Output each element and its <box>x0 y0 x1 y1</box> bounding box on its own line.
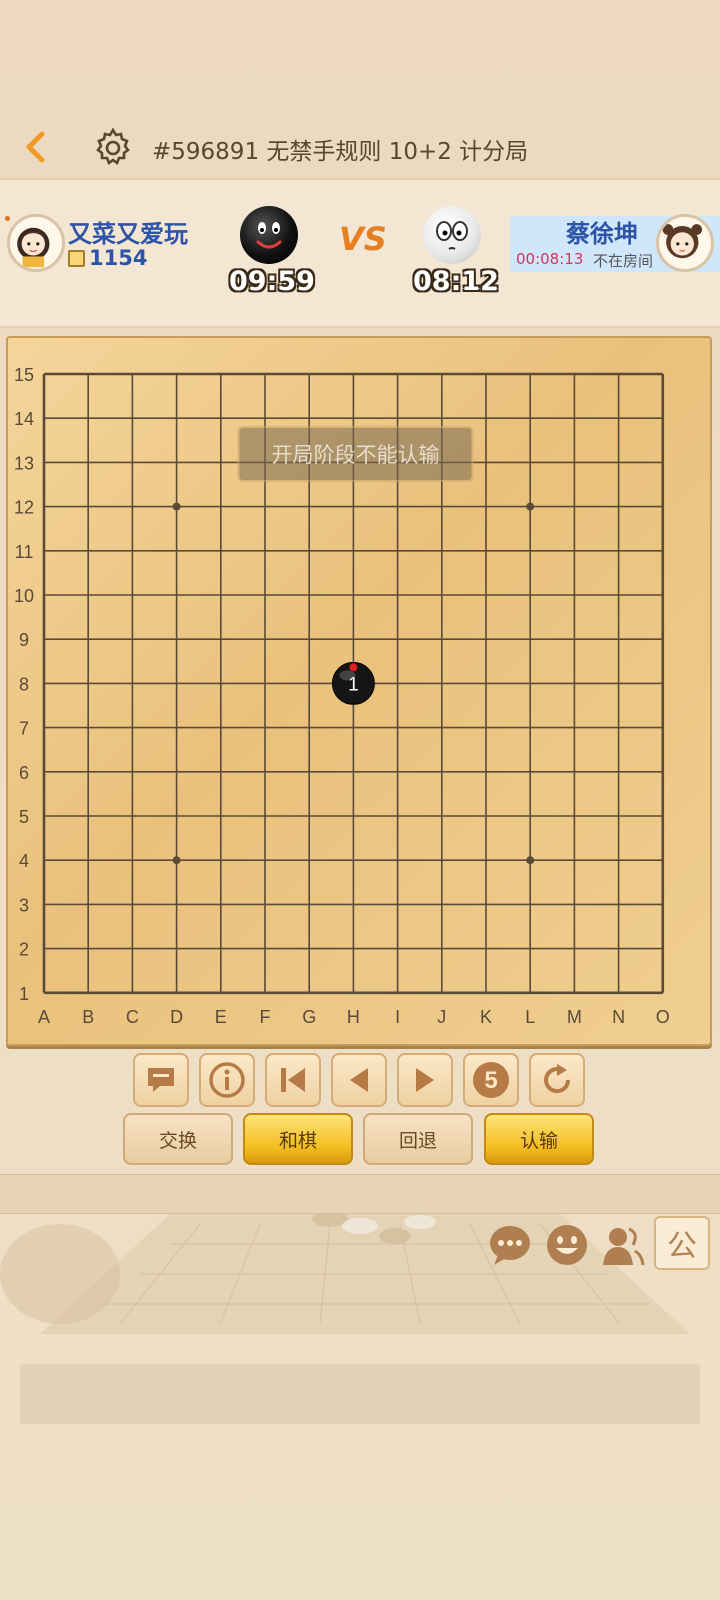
back-arrow-icon[interactable] <box>20 130 54 164</box>
player-white-timer: 08:12 <box>413 266 499 297</box>
column-label: C <box>126 1007 139 1027</box>
first-move-icon <box>281 1068 305 1092</box>
chat-icon[interactable] <box>488 1223 532 1267</box>
row-label: 9 <box>19 630 29 650</box>
resign-button[interactable]: 认输 <box>484 1113 594 1165</box>
refresh-icon <box>544 1064 571 1094</box>
row-label: 13 <box>14 453 34 473</box>
column-label: O <box>656 1007 670 1027</box>
row-label: 14 <box>14 409 34 429</box>
background-scene-image <box>0 1214 700 1424</box>
active-turn-dot <box>5 216 10 221</box>
next-move-icon <box>416 1068 434 1092</box>
game-board[interactable]: A B C D E F G H I J K L M N O 15 14 13 12 11 10 9 8 7 6 5 4 3 2 1 开局阶段… <box>6 336 712 1046</box>
step-five-button[interactable]: 5 <box>463 1053 519 1107</box>
row-label: 3 <box>19 895 29 915</box>
row-label: 10 <box>14 586 34 606</box>
vs-label: VS <box>339 220 387 258</box>
first-move-button[interactable] <box>265 1053 321 1107</box>
stone-move-number: 1 <box>348 674 359 695</box>
row-label: 5 <box>19 807 29 827</box>
column-label: I <box>395 1007 400 1027</box>
column-label: N <box>612 1007 625 1027</box>
prev-move-button[interactable] <box>331 1053 387 1107</box>
star-point <box>172 502 181 511</box>
column-label: K <box>480 1007 492 1027</box>
player-white-room-timer: 00:08:13 <box>516 250 584 268</box>
row-label: 7 <box>19 719 29 739</box>
column-label: E <box>215 1007 227 1027</box>
player-black-score-value: 1154 <box>89 246 148 270</box>
emoji-icon[interactable] <box>545 1223 589 1267</box>
row-label: 4 <box>19 851 29 871</box>
white-stone-emoji-icon <box>423 206 481 264</box>
player-black-avatar[interactable] <box>7 214 65 272</box>
swap-button[interactable]: 交换 <box>123 1113 233 1165</box>
row-label: 8 <box>19 674 29 694</box>
player-white-name: 蔡徐坤 <box>566 220 638 248</box>
row-label: 12 <box>14 498 34 518</box>
row-label: 11 <box>15 542 34 562</box>
players-panel: 又菜又爱玩 1154 09:59 VS 08:12 蔡徐坤 00:08:13 不… <box>0 178 720 328</box>
board-grid[interactable]: A B C D E F G H I J K L M N O 15 14 13 12 11 10 9 8 7 6 5 4 3 2 1 开局阶段… <box>6 336 712 1046</box>
star-point <box>172 856 181 865</box>
column-label: B <box>82 1007 94 1027</box>
player-black-timer: 09:59 <box>229 266 315 297</box>
number-five-icon: 5 <box>473 1062 509 1098</box>
column-label: G <box>302 1007 316 1027</box>
star-point <box>526 856 535 865</box>
next-move-button[interactable] <box>397 1053 453 1107</box>
public-chat-button[interactable]: 公 <box>654 1216 710 1270</box>
row-label: 2 <box>19 940 29 960</box>
row-label: 1 <box>19 984 29 1004</box>
info-button[interactable] <box>199 1053 255 1107</box>
player-black-score: 1154 <box>68 246 147 270</box>
game-title: #596891 无禁手规则 10+2 计分局 <box>152 139 529 165</box>
message-strip <box>0 1174 720 1214</box>
prev-move-icon <box>350 1068 368 1092</box>
top-bar: #596891 无禁手规则 10+2 计分局 <box>0 120 720 176</box>
info-icon <box>209 1062 245 1098</box>
column-label: H <box>347 1007 360 1027</box>
replay-controls: 5 <box>133 1053 589 1107</box>
column-label: F <box>260 1007 271 1027</box>
column-label: L <box>525 1007 535 1027</box>
column-label: M <box>567 1007 582 1027</box>
star-point <box>526 502 535 511</box>
chat-bubble-button[interactable] <box>133 1053 189 1107</box>
player-white-status: 不在房间 <box>593 252 654 270</box>
row-label: 6 <box>19 763 29 783</box>
last-move-marker <box>349 663 358 672</box>
refresh-button[interactable] <box>529 1053 585 1107</box>
chat-bubble-icon <box>148 1068 174 1092</box>
rank-icon <box>68 249 85 267</box>
spectators-icon[interactable] <box>601 1223 645 1267</box>
player-black-name: 又菜又爱玩 <box>68 220 188 248</box>
gear-icon[interactable] <box>92 127 134 169</box>
row-label: 15 <box>14 365 34 385</box>
column-label: D <box>170 1007 183 1027</box>
undo-button[interactable]: 回退 <box>363 1113 473 1165</box>
five-label: 5 <box>484 1067 497 1094</box>
column-label: J <box>437 1007 446 1027</box>
toast-message: 开局阶段不能认输 <box>271 443 439 467</box>
draw-button[interactable]: 和棋 <box>243 1113 353 1165</box>
column-label: A <box>38 1007 50 1027</box>
black-stone-emoji-icon <box>240 206 298 264</box>
player-white-avatar[interactable] <box>656 214 714 272</box>
